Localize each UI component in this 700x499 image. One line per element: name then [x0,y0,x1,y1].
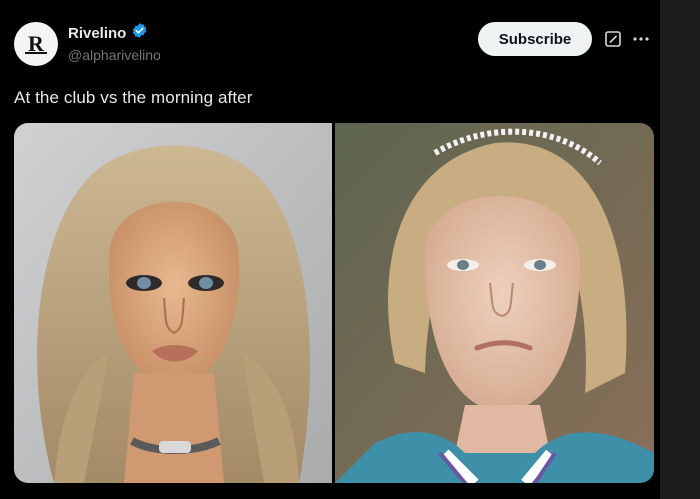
tweet-text: At the club vs the morning after [14,88,253,107]
media-grid [14,123,654,483]
photo-no-makeup[interactable] [335,123,654,483]
subscribe-button[interactable]: Subscribe [478,22,592,56]
verified-badge-icon [131,22,148,44]
user-handle[interactable]: @alpharivelino [68,47,161,63]
grok-icon[interactable] [603,29,623,49]
page-edge [660,0,700,499]
display-name[interactable]: Rivelino [68,25,126,42]
screen: R Rivelino @alpharivelino Subscribe At t… [0,0,700,499]
avatar[interactable]: R [14,22,58,66]
avatar-logo-icon: R [25,31,47,56]
photo-glam-makeup[interactable] [14,123,332,483]
more-icon[interactable] [630,28,652,50]
user-info: Rivelino @alpharivelino [68,22,161,63]
name-row: Rivelino [68,22,161,44]
tweet-card[interactable]: R Rivelino @alpharivelino Subscribe At t… [0,0,660,499]
